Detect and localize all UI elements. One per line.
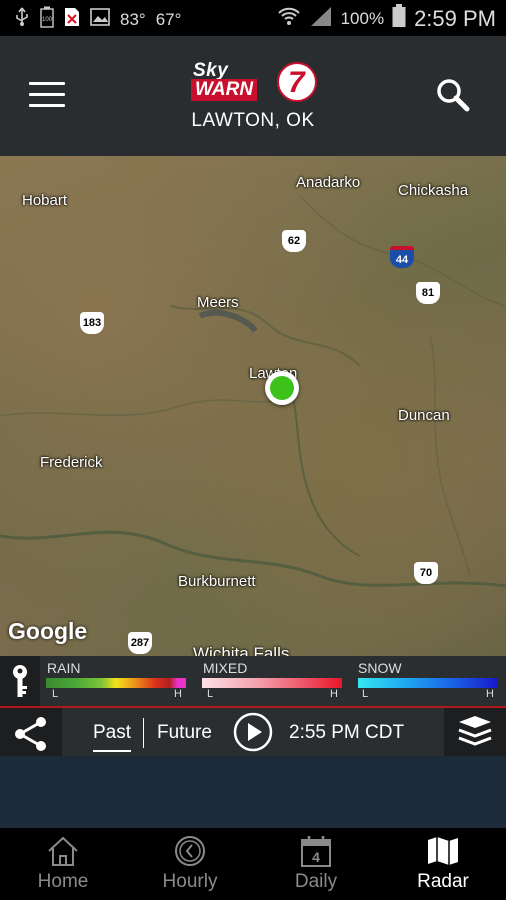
gallery-icon [90,8,110,31]
radar-legend: RAIN L H MIXED L H SNOW L H [0,656,506,706]
nav-home-label: Home [37,871,89,892]
battery-percent: 100% [340,8,385,28]
tab-past-underline [93,750,131,752]
route-shield-183: 183 [80,312,104,334]
map-label-burkburnett: Burkburnett [178,573,256,590]
nav-radar-label: Radar [417,871,469,892]
interstate-shield-44: 44 [390,246,414,268]
nav-hourly-label: Hourly [162,871,218,892]
nav-hourly[interactable]: Hourly [127,828,253,900]
legend-mixed-low: L [207,688,214,700]
usb-icon [14,7,30,32]
radar-timestamp: 2:55 PM CDT [289,722,405,743]
status-temp-low: 67° [155,9,182,29]
legend-snow-low: L [362,688,369,700]
calendar-icon: 4 [299,834,333,868]
battery-icon [392,4,406,33]
map-label-chickasha: Chickasha [398,182,469,199]
tab-past[interactable]: Past [93,722,131,744]
content-area [0,756,506,828]
nav-daily-label: Daily [294,871,338,892]
radar-map[interactable]: Hobart Anadarko Chickasha Meers Lawton D… [0,156,506,656]
legend-snow-bar [358,678,498,688]
skywarn-logo: Sky WARN 7 [191,60,317,104]
legend-rain-bar [46,678,186,688]
signal-icon [309,5,333,32]
route-shield-70: 70 [414,562,438,584]
wifi-icon [277,5,301,32]
status-bar: 100 83° 67° 100% 2:59 PM [0,0,506,36]
legend-snow-label: SNOW [358,660,402,676]
map-label-hobart: Hobart [22,192,68,209]
google-attribution: Google [8,618,88,644]
radar-controls: Past Future 2:55 PM CDT [0,706,506,756]
legend-snow-high: H [486,688,494,700]
nav-radar[interactable]: Radar [380,828,506,900]
legend-rain-low: L [52,688,59,700]
hamburger-menu-icon[interactable] [29,82,65,108]
svg-text:4: 4 [312,849,320,865]
current-location-marker[interactable] [265,371,299,405]
map-label-wichita-falls: Wichita Falls [193,644,290,656]
status-temp-high: 83° [120,9,146,29]
legend-mixed-high: H [330,688,338,700]
bottom-nav: Home Hourly 4 Daily Radar [0,828,506,900]
layers-icon[interactable] [444,708,506,756]
no-sim-icon [64,7,80,32]
legend-rain-label: RAIN [47,660,81,676]
map-label-duncan: Duncan [398,407,450,424]
map-label-anadarko: Anadarko [296,174,361,191]
clock-icon [173,834,207,868]
route-shield-287: 287 [128,632,152,654]
map-icon [426,834,460,868]
tab-separator [143,718,144,748]
status-time: 2:59 PM [414,5,496,31]
logo-warn-text: WARN [191,79,258,101]
logo-seven-badge: 7 [277,62,317,102]
map-label-meers: Meers [197,294,239,311]
legend-rain-high: H [174,688,182,700]
map-label-frederick: Frederick [40,454,103,471]
route-shield-62: 62 [282,230,306,252]
legend-mixed-label: MIXED [203,660,248,676]
play-icon[interactable] [233,712,273,752]
legend-mixed-bar [202,678,342,688]
nav-daily[interactable]: 4 Daily [253,828,379,900]
route-shield-81: 81 [416,282,440,304]
home-icon [46,834,80,868]
search-icon[interactable] [434,76,472,114]
tab-future[interactable]: Future [157,722,212,744]
battery-full-icon: 100 [40,6,54,33]
key-icon[interactable] [0,656,40,706]
nav-home[interactable]: Home [0,828,126,900]
location-title: LAWTON, OK [191,110,315,131]
share-icon[interactable] [0,708,62,756]
svg-text:100: 100 [42,17,53,23]
